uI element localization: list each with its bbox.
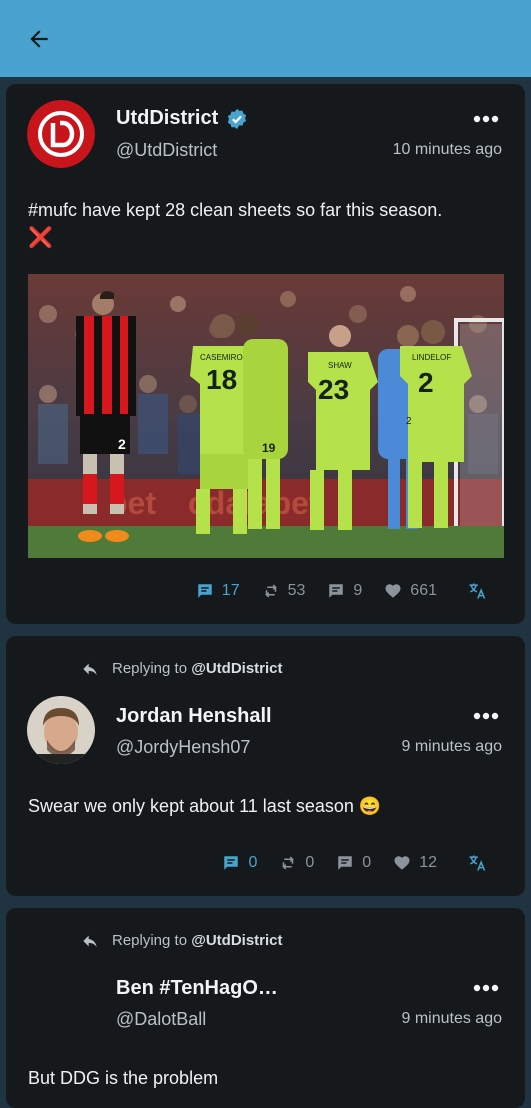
retweet-icon xyxy=(265,584,277,598)
comment-icon xyxy=(329,584,344,598)
reply-arrow-icon xyxy=(83,935,97,947)
tweet-text: Swear we only kept about 11 last season xyxy=(28,796,354,816)
svg-text:LINDELOF: LINDELOF xyxy=(412,353,451,362)
app-bar xyxy=(0,0,531,77)
timestamp: 9 minutes ago xyxy=(401,1010,502,1027)
football-team-photo: bet cdafabet 2 xyxy=(28,274,504,558)
tweet-actions: 17 53 9 661 xyxy=(174,581,487,601)
replying-to: Replying to @UtdDistrict xyxy=(82,932,283,949)
display-name[interactable]: Jordan Henshall xyxy=(116,705,272,728)
quote-icon xyxy=(198,584,212,598)
quote-button[interactable]: 17 xyxy=(196,582,240,600)
user-handle[interactable]: @DalotBall xyxy=(116,1009,206,1030)
svg-text:23: 23 xyxy=(318,374,349,405)
more-options-button[interactable] xyxy=(471,978,501,998)
reply-target-link[interactable]: @UtdDistrict xyxy=(191,660,282,677)
quote-count: 0 xyxy=(248,854,258,871)
svg-text:SHAW: SHAW xyxy=(328,361,352,370)
more-horizontal-icon xyxy=(473,115,499,123)
more-options-button[interactable] xyxy=(471,109,501,129)
like-button[interactable]: 661 xyxy=(384,582,437,600)
retweet-icon xyxy=(282,856,294,870)
display-name[interactable]: Ben #TenHagO… xyxy=(116,977,278,1000)
profile-photo xyxy=(27,696,95,764)
tweet-image[interactable]: bet cdafabet 2 xyxy=(28,274,504,558)
svg-text:18: 18 xyxy=(206,364,237,395)
like-count: 12 xyxy=(419,854,437,871)
quote-count: 17 xyxy=(221,582,240,599)
more-horizontal-icon xyxy=(473,984,499,992)
retweet-count: 0 xyxy=(305,854,315,871)
replying-to: Replying to @UtdDistrict xyxy=(82,660,283,677)
heart-icon xyxy=(394,856,410,870)
timestamp: 9 minutes ago xyxy=(401,738,502,755)
tweet-text: #mufc have kept 28 clean sheets so far t… xyxy=(28,200,443,220)
like-count: 661 xyxy=(410,582,437,599)
svg-text:2: 2 xyxy=(418,367,434,398)
heart-icon xyxy=(385,584,401,598)
like-button[interactable]: 12 xyxy=(393,854,437,872)
reply-target-link[interactable]: @UtdDistrict xyxy=(191,932,282,949)
user-handle[interactable]: @JordyHensh07 xyxy=(116,737,250,758)
retweet-count: 53 xyxy=(287,582,306,599)
reply-count: 0 xyxy=(362,854,372,871)
tweet-card[interactable]: UtdDistrict @UtdDistrict 10 minutes ago … xyxy=(6,84,525,624)
timestamp: 10 minutes ago xyxy=(392,141,502,158)
avatar[interactable] xyxy=(27,100,95,168)
avatar[interactable] xyxy=(27,696,95,764)
more-options-button[interactable] xyxy=(471,706,501,726)
retweet-button[interactable]: 53 xyxy=(262,582,306,600)
arrow-left-icon xyxy=(30,30,48,48)
retweet-button[interactable]: 0 xyxy=(279,854,314,872)
tweet-actions: 0 0 0 12 xyxy=(200,853,487,873)
reply-arrow-icon xyxy=(83,663,97,675)
translate-button[interactable] xyxy=(467,581,487,601)
reply-button[interactable]: 0 xyxy=(336,854,371,872)
reply-count: 9 xyxy=(353,582,363,599)
svg-text:19: 19 xyxy=(262,441,276,455)
utddistrict-logo xyxy=(27,100,95,168)
translate-icon xyxy=(469,583,486,599)
svg-text:2: 2 xyxy=(406,416,412,427)
reply-card[interactable]: Replying to @UtdDistrict Jordan Henshall… xyxy=(6,636,525,896)
svg-text:CASEMIRO: CASEMIRO xyxy=(200,353,243,362)
tweet-text-block: #mufc have kept 28 clean sheets so far t… xyxy=(28,196,505,252)
tweet-text-block: Swear we only kept about 11 last season … xyxy=(28,792,505,820)
quote-button[interactable]: 0 xyxy=(222,854,257,872)
more-horizontal-icon xyxy=(473,712,499,720)
quote-icon xyxy=(224,856,239,870)
grinning-emoji: 😄 xyxy=(358,796,382,816)
reply-button[interactable]: 9 xyxy=(327,582,362,600)
comment-icon xyxy=(338,856,353,870)
verified-badge-icon xyxy=(228,108,247,129)
tweet-text: But DDG is the problem xyxy=(28,1068,219,1088)
reply-card[interactable]: Replying to @UtdDistrict Ben #TenHagO… @… xyxy=(6,908,525,1108)
display-name[interactable]: UtdDistrict xyxy=(116,107,248,130)
user-handle[interactable]: @UtdDistrict xyxy=(116,140,217,161)
translate-button[interactable] xyxy=(467,853,487,873)
translate-icon xyxy=(469,855,486,871)
cross-mark-emoji: ❌ xyxy=(28,227,53,249)
back-button[interactable] xyxy=(22,22,56,56)
svg-text:2: 2 xyxy=(118,436,126,452)
